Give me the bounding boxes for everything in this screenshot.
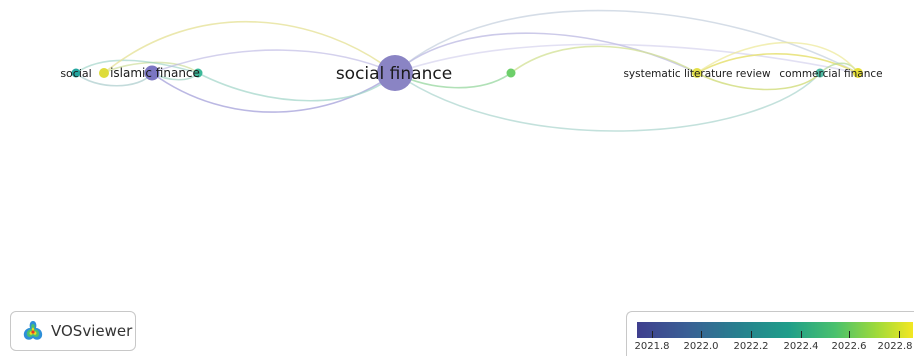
network-visualization[interactable]: social islamic finance social finance sy… <box>0 0 914 356</box>
network-labels: social islamic finance social finance sy… <box>60 64 882 84</box>
legend-tick-mark <box>801 331 802 338</box>
node-green-mid[interactable] <box>506 68 516 78</box>
legend-tick-label: 2022.0 <box>683 341 719 352</box>
legend-tick-mark <box>899 331 900 338</box>
legend-tick-mark <box>751 331 752 338</box>
legend-tick-label: 2022.2 <box>733 341 769 352</box>
vosviewer-logo-text: VOSviewer <box>51 322 133 340</box>
vosviewer-logo[interactable]: VOSviewer <box>10 311 136 351</box>
legend-tick-mark <box>849 331 850 338</box>
color-legend: 2021.8 2022.0 2022.2 2022.4 2022.6 2022.… <box>626 311 914 356</box>
legend-tick-label: 2022.6 <box>831 341 867 352</box>
node-yellow-left[interactable] <box>99 68 109 78</box>
label-social-finance[interactable]: social finance <box>336 64 452 84</box>
legend-tick-mark <box>652 331 653 338</box>
label-commercial-finance[interactable]: commercial finance <box>779 68 882 80</box>
legend-tick-label: 2022.8 <box>877 341 913 352</box>
edge <box>394 72 821 132</box>
label-social[interactable]: social <box>60 67 91 80</box>
legend-tick-label: 2021.8 <box>634 341 670 352</box>
vosviewer-canvas: social islamic finance social finance sy… <box>0 0 914 356</box>
vosviewer-logo-icon <box>23 321 43 340</box>
legend-tick-mark <box>701 331 702 338</box>
label-systematic-literature-review[interactable]: systematic literature review <box>623 68 770 80</box>
legend-gradient-bar <box>637 322 913 338</box>
label-islamic-finance[interactable]: islamic finance <box>110 66 200 80</box>
legend-tick-label: 2022.4 <box>783 341 819 352</box>
edge <box>394 9 859 74</box>
